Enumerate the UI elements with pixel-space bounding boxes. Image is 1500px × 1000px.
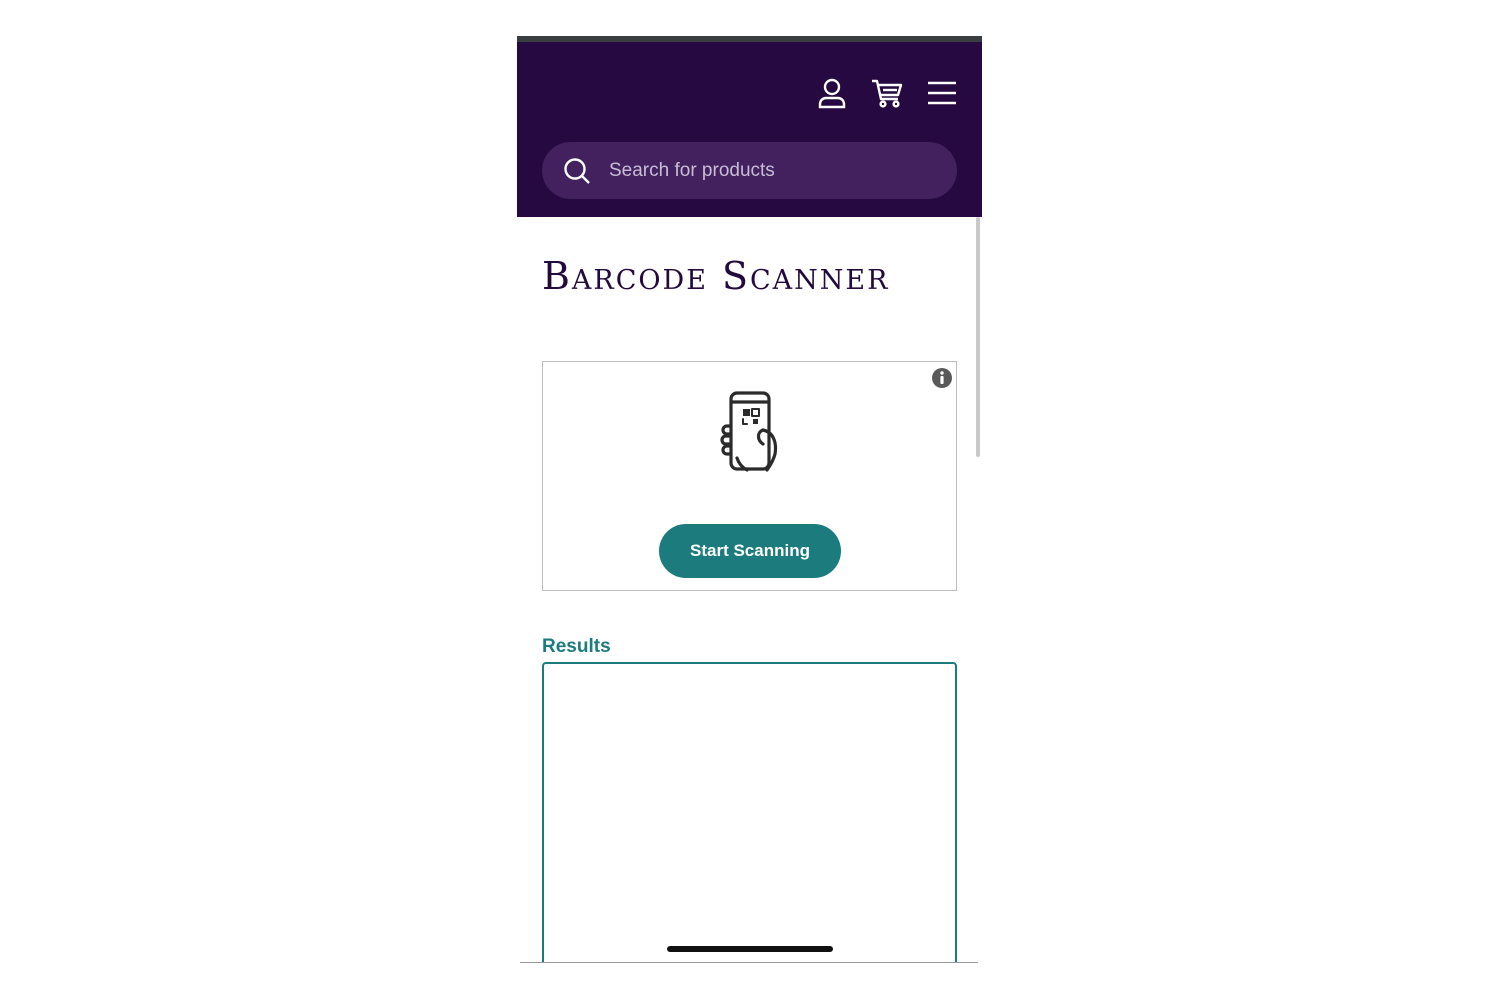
search-bar[interactable] [542, 142, 957, 199]
info-icon[interactable] [931, 367, 953, 389]
hamburger-menu-icon[interactable] [925, 76, 959, 110]
scrollbar[interactable] [976, 217, 980, 457]
scanner-panel: Start Scanning [542, 361, 957, 591]
mobile-viewport: Barcode Scanner [517, 36, 982, 963]
bottom-divider [520, 962, 978, 963]
results-textarea[interactable] [542, 662, 957, 963]
search-icon[interactable] [562, 156, 592, 186]
phone-scan-icon [719, 390, 783, 474]
start-scanning-button[interactable]: Start Scanning [659, 524, 841, 578]
shopping-cart-icon[interactable] [870, 76, 904, 110]
site-header [517, 42, 982, 217]
search-input[interactable] [609, 150, 939, 191]
results-label: Results [542, 636, 611, 657]
user-account-icon[interactable] [815, 76, 849, 110]
home-indicator [667, 946, 833, 952]
page-title: Barcode Scanner [542, 254, 890, 298]
